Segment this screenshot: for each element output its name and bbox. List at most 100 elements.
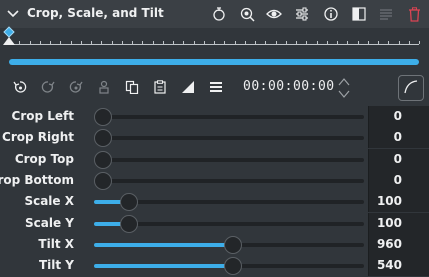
slider-fill (94, 264, 233, 268)
ruler-tick (234, 41, 236, 44)
lines-icon (378, 6, 394, 22)
curve-icon (404, 79, 418, 97)
param-slider[interactable] (94, 129, 364, 147)
param-slider[interactable] (94, 215, 364, 233)
param-slider[interactable] (94, 172, 364, 190)
param-row: Scale X 100 (0, 191, 429, 212)
param-row: Crop Top 0 (0, 149, 429, 170)
interpolation-icon[interactable] (180, 79, 196, 95)
param-value-field[interactable]: 0 (368, 127, 429, 148)
playhead[interactable] (3, 37, 15, 45)
zoom-icon[interactable] (239, 6, 255, 22)
param-row: Tilt X 960 (0, 234, 429, 255)
ruler-tick (347, 41, 349, 44)
param-value-field[interactable]: 0 (368, 149, 429, 170)
param-row: Crop Left 0 (0, 106, 429, 127)
copy-icon[interactable] (124, 79, 140, 95)
ruler-tick (296, 41, 297, 44)
collapse-chevron-icon[interactable] (6, 7, 20, 21)
ruler-tick (275, 41, 277, 44)
slider-handle[interactable] (94, 129, 112, 147)
param-slider[interactable] (94, 257, 364, 275)
slider-handle[interactable] (224, 236, 242, 254)
param-value: 540 (376, 258, 402, 272)
paste-icon[interactable] (152, 79, 168, 95)
keyframe-toolbar: 00:00:00:00 (0, 70, 429, 106)
ruler-tick (265, 41, 267, 44)
zone-bar[interactable] (9, 59, 419, 65)
ruler-tick (50, 41, 51, 44)
slider-handle[interactable] (94, 151, 112, 169)
ruler-tick (285, 41, 287, 44)
param-value-field[interactable]: 100 (368, 191, 429, 212)
menu-icon[interactable] (208, 79, 224, 95)
next-keyframe-icon[interactable] (68, 79, 84, 95)
effect-title: Crop, Scale, and Tilt (27, 6, 164, 20)
param-slider[interactable] (94, 236, 364, 254)
add-keyframe-icon[interactable] (12, 79, 28, 95)
param-value-field[interactable]: 0 (368, 170, 429, 191)
ruler-tick (357, 41, 359, 44)
param-value: 960 (376, 237, 402, 251)
ruler-tick (419, 41, 420, 44)
ruler-tick (39, 41, 41, 44)
slider-handle[interactable] (94, 172, 112, 190)
ruler-tick (214, 41, 215, 44)
eye-icon[interactable] (266, 6, 282, 22)
param-value-field[interactable]: 960 (368, 234, 429, 255)
ruler-tick (101, 41, 103, 44)
param-label: Crop Right (2, 130, 74, 144)
slider-handle[interactable] (120, 215, 138, 233)
ruler-tick (162, 41, 164, 44)
effect-mask-icon[interactable] (211, 6, 227, 22)
compare-icon[interactable] (351, 6, 367, 22)
keyframe-timeline[interactable] (0, 26, 429, 68)
ruler-tick (398, 41, 400, 44)
ruler-tick (142, 41, 144, 44)
previous-keyframe-icon[interactable] (40, 79, 56, 95)
param-row: Scale Y 100 (0, 213, 429, 234)
ruler-tick (255, 41, 256, 44)
param-value-field[interactable]: 100 (368, 213, 429, 234)
param-value-field[interactable]: 540 (368, 255, 429, 276)
param-value: 0 (393, 130, 402, 144)
param-label: Crop Left (11, 109, 74, 123)
info-icon[interactable] (323, 6, 339, 22)
ruler-tick (19, 41, 21, 44)
ruler-tick (203, 41, 205, 44)
timecode-spinner[interactable] (338, 76, 350, 100)
ruler-tick (29, 41, 31, 44)
ruler-tick (121, 41, 123, 44)
slider-handle[interactable] (120, 193, 138, 211)
timecode-display[interactable]: 00:00:00:00 (243, 79, 335, 94)
param-label: Crop Bottom (0, 173, 74, 187)
param-label: Tilt X (38, 237, 74, 251)
param-row: Crop Bottom 0 (0, 170, 429, 191)
param-row: Tilt Y 540 (0, 255, 429, 276)
param-value: 0 (393, 109, 402, 123)
param-slider[interactable] (94, 193, 364, 211)
param-slider[interactable] (94, 151, 364, 169)
keyframe-marker[interactable] (3, 26, 15, 38)
curve-editor-button[interactable] (398, 75, 424, 101)
keyframe-options-icon[interactable] (96, 79, 112, 95)
slider-handle[interactable] (94, 108, 112, 126)
slider-handle[interactable] (224, 257, 242, 275)
ruler-tick (152, 41, 154, 44)
ruler-tick (408, 41, 410, 44)
effect-header: Crop, Scale, and Tilt (0, 0, 429, 28)
param-label: Tilt Y (38, 258, 74, 272)
ruler-tick (367, 41, 369, 44)
param-row: Crop Right 0 (0, 127, 429, 148)
delete-icon[interactable] (406, 6, 422, 22)
ruler-tick (80, 41, 82, 44)
param-slider[interactable] (94, 108, 364, 126)
param-label: Crop Top (14, 152, 74, 166)
ruler-tick (326, 41, 328, 44)
ruler-tick (388, 41, 390, 44)
ruler-tick (306, 41, 308, 44)
settings-sliders-icon[interactable] (294, 6, 310, 22)
keyframe-ruler (9, 44, 419, 45)
param-value: 0 (393, 152, 402, 166)
param-value-field[interactable]: 0 (368, 106, 429, 127)
